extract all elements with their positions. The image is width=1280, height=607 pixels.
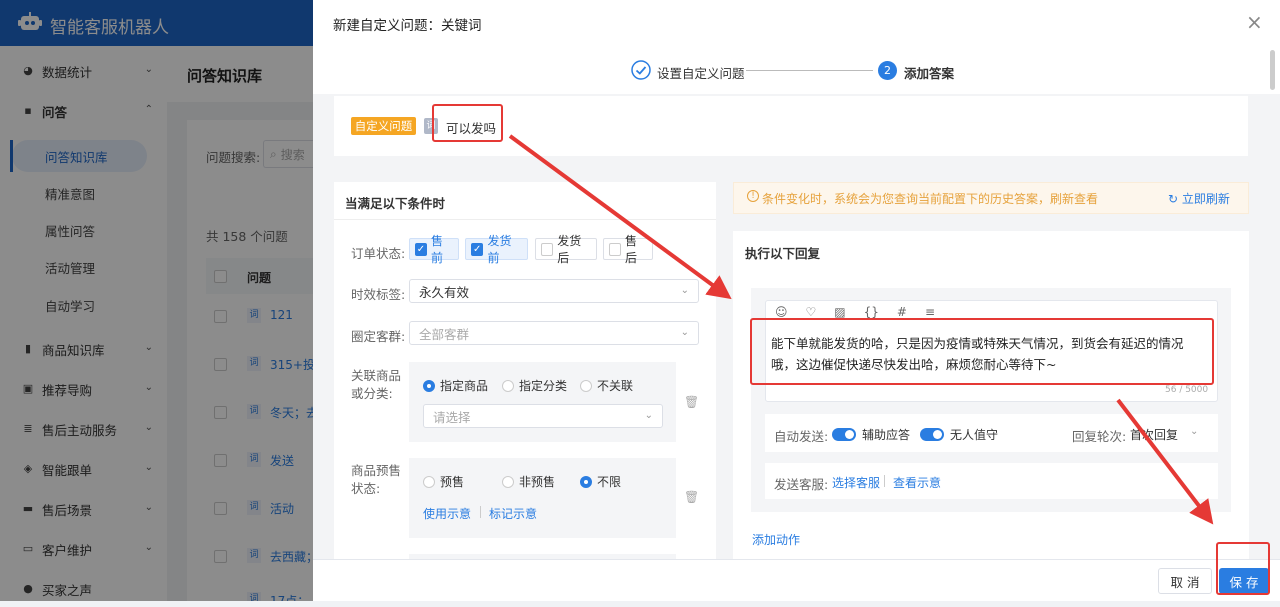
highlight-box-answer (750, 318, 1214, 385)
check-circle-icon (631, 60, 651, 80)
check-icon: ✓ (415, 242, 427, 256)
list-icon[interactable]: ≡ (925, 305, 935, 319)
order-status-presale[interactable]: ✓ 售前 (409, 234, 459, 265)
chevron-down-icon: ⌄ (680, 327, 689, 338)
order-status-label: 订单状态: (351, 246, 406, 261)
notice-text: 条件变化时，系统会为您查询当前配置下的历史答案，刷新查看 (762, 192, 1099, 206)
trash-icon[interactable]: 🗑 (684, 490, 699, 504)
char-count: 56 / 5000 (1165, 385, 1209, 395)
chevron-down-icon: ⌄ (1190, 426, 1199, 437)
goods-select[interactable]: 请选择 ⌄ (423, 404, 663, 428)
timeliness-select[interactable]: 永久有效 ⌄ (409, 279, 699, 303)
choose-agent-link[interactable]: 选择客服 (832, 474, 880, 491)
timeliness-label: 时效标签: (351, 287, 406, 302)
drawer-title: 新建自定义问题：关键词 (333, 18, 482, 34)
divider (884, 475, 885, 487)
mark-example-link[interactable]: 标记示意 (489, 505, 537, 522)
order-status-aftersale[interactable]: 售后 (603, 234, 653, 265)
step-2-label: 添加答案 (904, 66, 955, 81)
drawer-scrollbar[interactable] (1270, 50, 1275, 90)
reply-header: 执行以下回复 (745, 246, 821, 261)
modal-overlay[interactable] (0, 0, 313, 601)
info-icon: ! (747, 190, 759, 202)
view-example-link[interactable]: 查看示意 (893, 474, 941, 491)
goods-radio-category[interactable]: 指定分类 (502, 377, 567, 394)
toggle-unattended[interactable]: 无人值守 (920, 426, 998, 443)
toggle-switch (832, 428, 856, 441)
goods-box (409, 362, 676, 442)
auto-send-label: 自动发送: (774, 429, 829, 444)
order-status-after-ship[interactable]: 发货后 (535, 234, 597, 265)
goods-radio-specific[interactable]: 指定商品 (423, 377, 488, 394)
braces-icon[interactable]: {} (864, 305, 879, 319)
highlight-box-question (432, 104, 503, 142)
send-agent-label: 发送客服: (774, 477, 829, 492)
steps-bar (313, 48, 1280, 94)
presale-label-line2: 状态: (351, 481, 381, 496)
presale-radio-unlimited[interactable]: 不限 (580, 473, 621, 490)
hash-icon[interactable]: # (897, 305, 907, 319)
presale-radio-presale[interactable]: 预售 (423, 473, 464, 490)
group-select[interactable]: 全部客群 ⌄ (409, 321, 699, 345)
toggle-switch (920, 428, 944, 441)
chevron-down-icon: ⌄ (644, 410, 653, 421)
close-icon[interactable]: × (1246, 10, 1263, 34)
divider (480, 506, 481, 518)
editor-toolbar: ☺ ♡ ▨ {} # ≡ (775, 305, 935, 319)
refresh-button[interactable]: ↻ 立即刷新 (1168, 190, 1230, 207)
highlight-box-save (1216, 542, 1270, 595)
reply-round-label: 回复轮次: (1072, 429, 1127, 444)
trash-icon[interactable]: 🗑 (684, 395, 699, 409)
group-label: 圈定客群: (351, 329, 406, 344)
presale-radio-nonpresale[interactable]: 非预售 (502, 473, 555, 490)
refresh-icon: ↻ (1168, 192, 1179, 206)
use-example-link[interactable]: 使用示意 (423, 505, 471, 522)
custom-question-tag: 自定义问题 (351, 117, 416, 135)
emoji-icon[interactable]: ☺ (775, 305, 788, 319)
goods-radio-none[interactable]: 不关联 (580, 377, 633, 394)
reply-round-select[interactable]: 首次回复 ⌄ (1130, 426, 1198, 443)
heart-icon[interactable]: ♡ (806, 305, 817, 319)
step-2-number: 2 (878, 61, 897, 80)
add-action-link[interactable]: 添加动作 (752, 531, 800, 548)
goods-label-line1: 关联商品 (351, 368, 402, 383)
image-icon[interactable]: ▨ (834, 305, 845, 319)
toggle-assist[interactable]: 辅助应答 (832, 426, 910, 443)
cancel-button[interactable]: 取 消 (1158, 568, 1212, 594)
presale-box (409, 458, 676, 538)
presale-label-line1: 商品预售 (351, 463, 402, 478)
check-icon: ✓ (471, 242, 484, 256)
order-status-before-ship[interactable]: ✓ 发货前 (465, 234, 528, 265)
goods-label-line2: 或分类: (351, 386, 393, 401)
chevron-down-icon: ⌄ (680, 285, 689, 296)
step-divider (746, 70, 873, 71)
condition-header: 当满足以下条件时 (345, 196, 446, 211)
drawer-footer (313, 559, 1280, 601)
step-1-label: 设置自定义问题 (657, 66, 745, 81)
